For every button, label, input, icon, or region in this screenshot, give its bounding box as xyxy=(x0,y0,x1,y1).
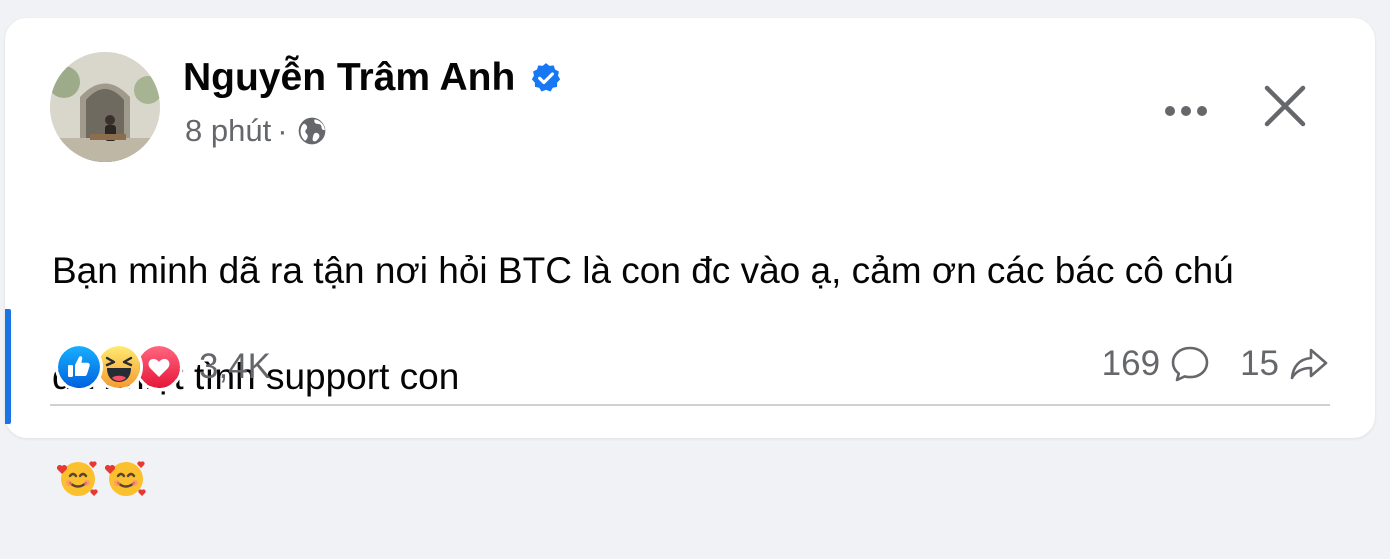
author-name[interactable]: Nguyễn Trâm Anh xyxy=(183,56,515,100)
share-icon xyxy=(1290,348,1328,380)
post-card: Nguyễn Trâm Anh 8 phút · Bạn minh dã ra … xyxy=(5,18,1375,496)
comment-icon xyxy=(1171,346,1209,382)
divider xyxy=(50,404,1330,406)
post-time-link[interactable]: 8 phút xyxy=(185,113,271,149)
author-header: Nguyễn Trâm Anh xyxy=(183,56,563,100)
close-icon xyxy=(1264,85,1306,127)
post-text-line-1: Bạn minh dã ra tận nơi hỏi BTC là con đc… xyxy=(52,250,1234,291)
share-count: 15 xyxy=(1240,344,1279,383)
comment-count: 169 xyxy=(1101,344,1161,383)
comments-count-button[interactable]: 169 xyxy=(1102,344,1210,384)
smiling-face-with-hearts-icon xyxy=(104,403,148,496)
like-reaction-icon xyxy=(55,343,103,391)
reaction-count: 3,4K xyxy=(199,347,271,386)
avatar-image xyxy=(50,52,160,162)
close-button[interactable] xyxy=(1255,76,1315,136)
smiling-face-with-hearts-icon xyxy=(56,403,100,496)
meta-separator: · xyxy=(277,113,288,148)
selection-accent-bar xyxy=(5,309,11,424)
more-options-button[interactable] xyxy=(1158,86,1214,136)
more-horizontal-icon xyxy=(1165,106,1207,116)
verified-badge-icon xyxy=(529,61,563,95)
shares-count-button[interactable]: 15 xyxy=(1240,344,1329,384)
post-meta: 8 phút · xyxy=(185,113,328,149)
reactions-summary[interactable]: 3,4K xyxy=(55,343,271,391)
globe-icon[interactable] xyxy=(296,115,328,147)
engagement-stats: 169 15 xyxy=(1102,344,1329,384)
author-avatar[interactable] xyxy=(50,52,160,162)
